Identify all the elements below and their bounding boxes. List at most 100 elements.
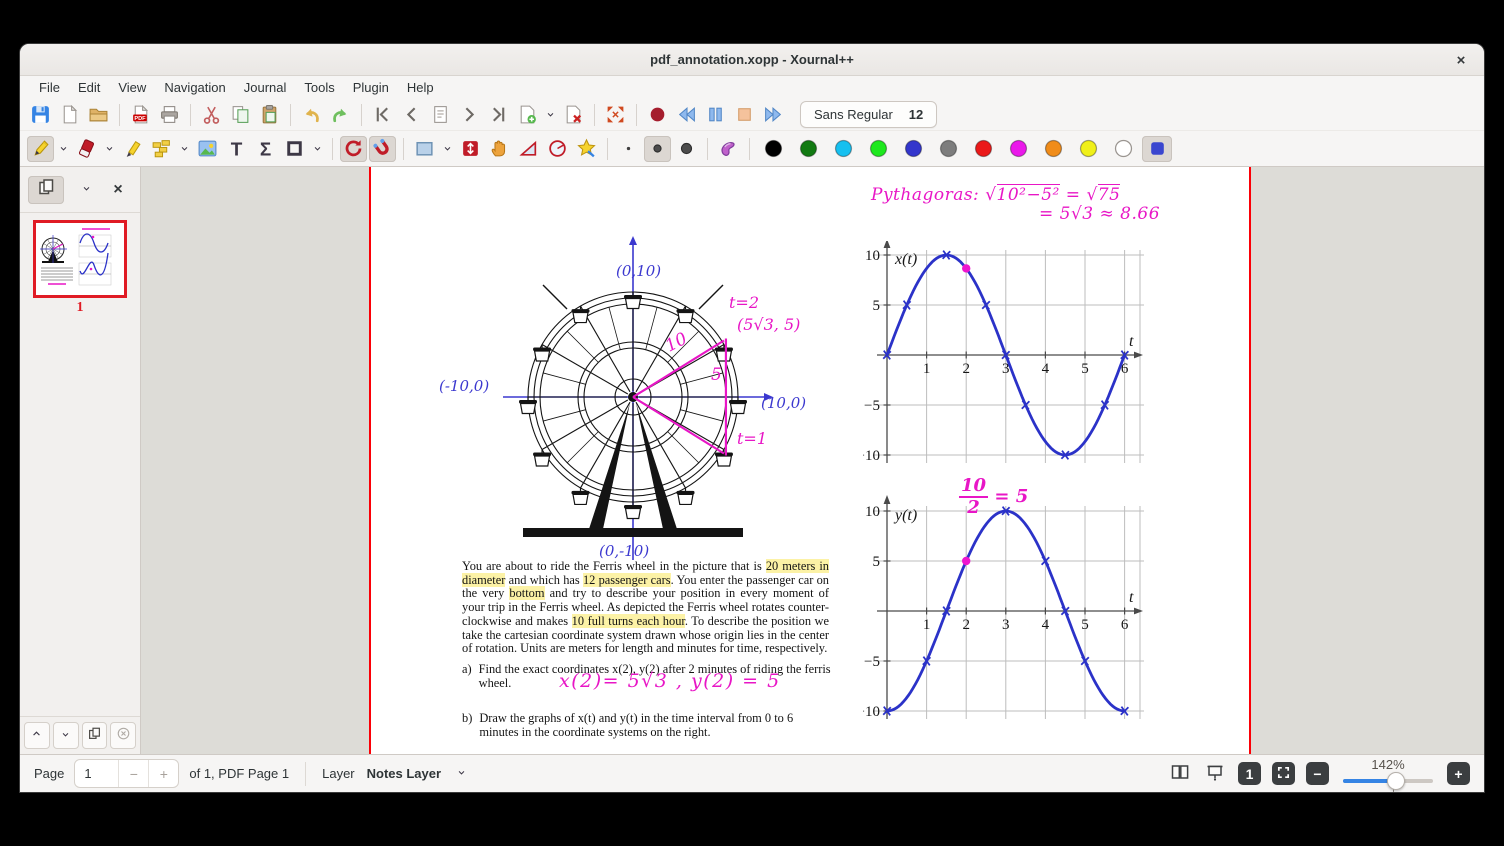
rotation-snapping-button[interactable] bbox=[340, 135, 367, 162]
delete-page-sidebar-button[interactable] bbox=[110, 722, 136, 749]
eraser-dropdown-button[interactable] bbox=[102, 136, 117, 162]
pen-dropdown-button[interactable] bbox=[56, 136, 71, 162]
zoom-out-button[interactable]: − bbox=[1306, 762, 1329, 785]
color-orange-button[interactable] bbox=[1037, 136, 1070, 162]
sidebar-close-button[interactable]: × bbox=[108, 180, 128, 200]
pause-button[interactable] bbox=[702, 102, 729, 128]
menu-view[interactable]: View bbox=[109, 78, 155, 97]
main-area: × 1 Pythagoras: √10²−5² = √75 = 5√3 ≈ 8.… bbox=[20, 167, 1484, 754]
color-dark-green-button[interactable] bbox=[792, 136, 825, 162]
pdf-page[interactable]: Pythagoras: √10²−5² = √75 = 5√3 ≈ 8.66 1… bbox=[369, 167, 1251, 754]
fill-button[interactable] bbox=[715, 136, 742, 162]
tex-tool-icon: Σ bbox=[255, 138, 276, 159]
text-tool-button[interactable]: T bbox=[223, 136, 250, 162]
color-red-button[interactable] bbox=[967, 136, 1000, 162]
color-yellow-button[interactable] bbox=[1072, 136, 1105, 162]
canvas-area[interactable]: Pythagoras: √10²−5² = √75 = 5√3 ≈ 8.66 1… bbox=[141, 167, 1484, 754]
presentation-mode-button[interactable] bbox=[1203, 762, 1227, 786]
prev-page-button[interactable] bbox=[398, 102, 425, 128]
zoom-slider[interactable] bbox=[1343, 771, 1433, 792]
font-selector-button[interactable]: Sans Regular 12 bbox=[800, 101, 938, 128]
color-cyan-button[interactable] bbox=[827, 136, 860, 162]
thickness-fine-button[interactable] bbox=[615, 136, 642, 162]
page-increment-button[interactable]: + bbox=[149, 760, 178, 787]
menu-journal[interactable]: Journal bbox=[235, 78, 296, 97]
open-folder-button[interactable] bbox=[85, 102, 112, 128]
menu-tools[interactable]: Tools bbox=[295, 78, 343, 97]
layer-dropdown-button[interactable] bbox=[451, 764, 471, 784]
default-tool-button[interactable] bbox=[573, 136, 600, 162]
copy-button[interactable] bbox=[227, 102, 254, 128]
highlighter-button[interactable] bbox=[119, 136, 146, 162]
hand-tool-button[interactable] bbox=[486, 136, 513, 162]
color-black-button[interactable] bbox=[757, 136, 790, 162]
first-page-button[interactable] bbox=[369, 102, 396, 128]
color-white-button[interactable] bbox=[1107, 136, 1140, 162]
shapes-dropdown-button[interactable] bbox=[310, 136, 325, 162]
close-window-button[interactable]: × bbox=[1451, 50, 1471, 70]
undo-button[interactable] bbox=[298, 102, 325, 128]
compass-button[interactable] bbox=[544, 136, 571, 162]
insert-image-button[interactable] bbox=[194, 136, 221, 162]
grid-snapping-button[interactable] bbox=[369, 135, 396, 162]
redo-button[interactable] bbox=[327, 102, 354, 128]
color-magenta-button[interactable] bbox=[1002, 136, 1035, 162]
shapes-button[interactable] bbox=[281, 136, 308, 162]
print-button[interactable] bbox=[156, 102, 183, 128]
zoom-fit-button[interactable] bbox=[1272, 762, 1295, 785]
zoom-slider-knob[interactable] bbox=[1387, 771, 1405, 790]
menu-help[interactable]: Help bbox=[398, 78, 443, 97]
sidebar-dropdown-button[interactable] bbox=[76, 180, 96, 200]
pdf-text-dropdown-button[interactable] bbox=[177, 136, 192, 162]
menu-navigation[interactable]: Navigation bbox=[155, 78, 234, 97]
color-gray-button[interactable] bbox=[932, 136, 965, 162]
stop-button[interactable] bbox=[731, 102, 758, 128]
record-audio-button[interactable] bbox=[644, 102, 671, 128]
page-decrement-button[interactable]: − bbox=[119, 760, 150, 787]
thumbnail-down-button[interactable] bbox=[52, 722, 79, 749]
next-page-button[interactable] bbox=[456, 102, 483, 128]
export-pdf-button[interactable]: PDF bbox=[127, 102, 154, 128]
cut-button[interactable] bbox=[198, 102, 225, 128]
zoom-in-button[interactable]: + bbox=[1447, 762, 1470, 785]
new-file-button[interactable] bbox=[56, 102, 83, 128]
menu-plugin[interactable]: Plugin bbox=[344, 78, 398, 97]
thickness-thick-button[interactable] bbox=[673, 136, 700, 162]
sidebar-tab-pages[interactable] bbox=[28, 175, 64, 204]
duplicate-page-button[interactable] bbox=[81, 722, 108, 749]
color-blue-button[interactable] bbox=[897, 136, 930, 162]
layer-selector[interactable]: Notes Layer bbox=[367, 766, 441, 781]
color-green-button[interactable] bbox=[862, 136, 895, 162]
setsquare-button[interactable] bbox=[515, 136, 542, 162]
fast-forward-button[interactable] bbox=[760, 102, 787, 128]
select-rect-button[interactable] bbox=[411, 136, 438, 162]
zoom-100-button[interactable]: 1 bbox=[1238, 762, 1261, 785]
thickness-medium-button[interactable] bbox=[644, 135, 671, 162]
delete-page-button[interactable] bbox=[560, 102, 587, 128]
pen-button[interactable] bbox=[27, 135, 54, 162]
last-page-button[interactable] bbox=[485, 102, 512, 128]
save-icon bbox=[30, 104, 51, 125]
page-spinner-button[interactable] bbox=[427, 102, 454, 128]
paste-button[interactable] bbox=[256, 102, 283, 128]
page-thumbnail[interactable] bbox=[33, 220, 127, 298]
fullscreen-button[interactable] bbox=[602, 102, 629, 128]
two-page-view-button[interactable] bbox=[1168, 762, 1192, 786]
thumbnail-up-button[interactable] bbox=[24, 722, 50, 749]
rewind-button[interactable] bbox=[673, 102, 700, 128]
save-button[interactable] bbox=[27, 102, 54, 128]
menu-edit[interactable]: Edit bbox=[69, 78, 109, 97]
tex-tool-button[interactable]: Σ bbox=[252, 136, 279, 162]
vertical-space-button[interactable] bbox=[457, 136, 484, 162]
new-page-dropdown-button[interactable] bbox=[543, 102, 558, 128]
page-number-input[interactable]: 1 bbox=[75, 760, 120, 787]
color-gray-swatch-icon bbox=[938, 138, 959, 159]
color-picker-button[interactable] bbox=[1142, 135, 1172, 162]
eraser-button[interactable] bbox=[73, 136, 100, 162]
pdf-text-select-button[interactable] bbox=[148, 136, 175, 162]
titlebar[interactable]: pdf_annotation.xopp - Xournal++ × bbox=[20, 44, 1484, 76]
new-page-button[interactable] bbox=[514, 102, 541, 128]
menu-file[interactable]: File bbox=[30, 78, 69, 97]
select-dropdown-button[interactable] bbox=[440, 136, 455, 162]
svg-text:−5: −5 bbox=[864, 654, 880, 670]
